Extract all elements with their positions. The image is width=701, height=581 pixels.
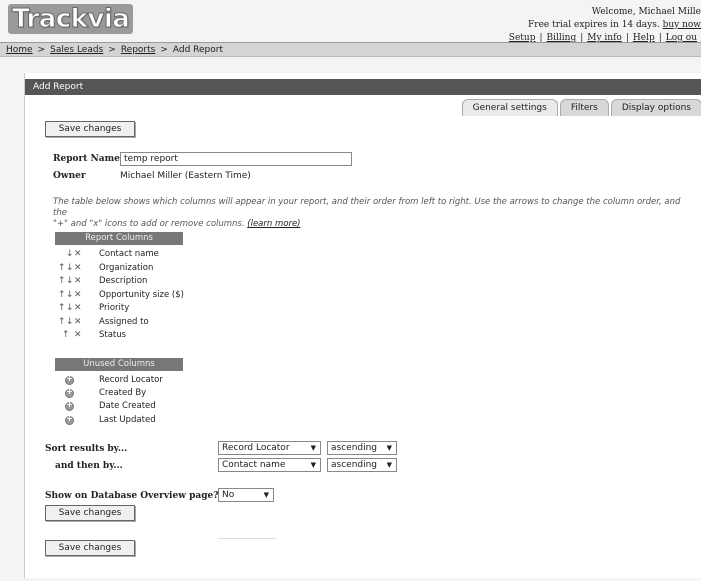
tab-general-settings[interactable]: General settings (461, 99, 558, 116)
move-down-icon[interactable]: ↓ (66, 248, 74, 261)
remove-column-icon[interactable]: ✕ (74, 316, 82, 329)
columns-help-text: The table below shows which columns will… (53, 197, 683, 230)
move-up-icon[interactable]: ↑ (58, 289, 66, 302)
remove-column-icon[interactable]: ✕ (74, 262, 82, 275)
sort2-order-value: ascending (331, 460, 378, 470)
move-down-icon[interactable]: ↓ (66, 289, 74, 302)
logo-text: Trackvia (8, 4, 134, 35)
report-columns-header: Report Columns (55, 232, 183, 245)
column-name: Description (99, 276, 148, 286)
sort1-order-value: ascending (331, 443, 378, 453)
owner-label: Owner (53, 171, 86, 181)
move-down-icon[interactable]: ↓ (66, 275, 74, 288)
move-up-icon[interactable]: ↑ (58, 275, 66, 288)
breadcrumb-separator: > (108, 44, 116, 55)
remove-column-icon[interactable]: ✕ (74, 248, 82, 261)
panel-title: Add Report (25, 79, 701, 95)
move-up-icon[interactable]: ↑ (58, 302, 66, 315)
move-up-icon[interactable]: ↑ (58, 262, 66, 275)
unused-columns-header: Unused Columns (55, 358, 183, 371)
report-column-row: ↑ ↓ ✕ Organization (55, 262, 355, 275)
help-text-line-1: The table below shows which columns will… (53, 197, 681, 218)
sort2-field-value: Contact name (222, 460, 286, 470)
move-down-icon[interactable]: ↓ (66, 302, 74, 315)
report-name-input[interactable]: temp report (120, 152, 352, 166)
add-column-icon[interactable] (65, 400, 74, 411)
tab-display-options[interactable]: Display options (610, 99, 701, 116)
sort1-field-value: Record Locator (222, 443, 290, 453)
overview-label: Show on Database Overview page? (45, 491, 219, 501)
save-button-bottom[interactable]: Save changes (45, 540, 135, 556)
breadcrumb: Home > Sales Leads > Reports > Add Repor… (0, 42, 701, 57)
sort2-order-select[interactable]: ascending ▼ (327, 458, 397, 472)
welcome-text: Welcome, Michael Mille (591, 7, 701, 17)
remove-column-icon[interactable]: ✕ (74, 289, 82, 302)
column-name: Contact name (99, 249, 159, 259)
unused-column-row: Date Created (55, 400, 355, 413)
column-name: Date Created (99, 401, 156, 411)
overview-value: No (222, 490, 235, 500)
report-column-row: ↑ ↓ ✕ Assigned to (55, 316, 355, 329)
move-up-icon[interactable]: ↑ (62, 329, 70, 342)
then-by-label: and then by... (55, 461, 123, 471)
column-name: Status (99, 330, 127, 340)
chevron-down-icon: ▼ (386, 444, 392, 452)
column-name: Record Locator (99, 375, 163, 385)
breadcrumb-separator: > (160, 44, 168, 55)
trackvia-logo[interactable]: Trackvia (8, 4, 134, 35)
user-header: Welcome, Michael Mille Free trial expire… (505, 6, 701, 45)
column-name: Priority (99, 303, 130, 313)
column-name: Organization (99, 263, 154, 273)
learn-more-link[interactable]: (learn more) (247, 219, 300, 229)
unused-column-row: Record Locator (55, 374, 355, 387)
move-down-icon[interactable]: ↓ (66, 316, 74, 329)
breadcrumb-home[interactable]: Home (6, 45, 33, 55)
breadcrumb-sales-leads[interactable]: Sales Leads (50, 45, 103, 55)
trial-text: Free trial expires in 14 days. (528, 20, 660, 30)
chevron-down-icon: ▼ (263, 491, 269, 499)
add-report-panel: Add Report General settings Filters Disp… (24, 73, 701, 578)
sort1-field-select[interactable]: Record Locator ▼ (218, 441, 321, 455)
save-button-middle[interactable]: Save changes (45, 505, 135, 521)
move-up-icon[interactable]: ↑ (58, 316, 66, 329)
sort2-field-select[interactable]: Contact name ▼ (218, 458, 321, 472)
move-down-icon[interactable]: ↓ (66, 262, 74, 275)
report-column-row: ↑ ↓ ✕ Priority (55, 302, 355, 315)
divider (218, 538, 276, 539)
unused-column-row: Created By (55, 387, 355, 400)
report-column-row: ↑ ✕ Status (55, 329, 355, 342)
sort-by-label: Sort results by... (45, 444, 128, 454)
overview-select[interactable]: No ▼ (218, 488, 274, 502)
save-button-top[interactable]: Save changes (45, 121, 135, 137)
buy-now-link[interactable]: buy now (663, 20, 701, 30)
remove-column-icon[interactable]: ✕ (74, 275, 82, 288)
column-name: Opportunity size ($) (99, 290, 184, 300)
help-text-line-2: "+" and "x" icons to add or remove colum… (53, 219, 245, 229)
sort1-order-select[interactable]: ascending ▼ (327, 441, 397, 455)
unused-column-row: Last Updated (55, 414, 355, 427)
report-column-row: ↑ ↓ ✕ Description (55, 275, 355, 288)
trial-notice: Free trial expires in 14 days. buy now (505, 19, 701, 32)
chevron-down-icon: ▼ (310, 444, 316, 452)
report-column-row: ↓ ✕ Contact name (55, 248, 355, 261)
chevron-down-icon: ▼ (386, 461, 392, 469)
column-name: Assigned to (99, 317, 149, 327)
column-name: Last Updated (99, 415, 156, 425)
add-column-icon[interactable] (65, 387, 74, 398)
chevron-down-icon: ▼ (310, 461, 316, 469)
breadcrumb-current: Add Report (172, 44, 224, 55)
add-column-icon[interactable] (65, 374, 74, 385)
tab-filters[interactable]: Filters (559, 99, 609, 116)
settings-tabs: General settings Filters Display options (461, 99, 701, 116)
remove-column-icon[interactable]: ✕ (74, 302, 82, 315)
report-name-label: Report Name (53, 154, 120, 164)
breadcrumb-separator: > (37, 44, 46, 55)
column-name: Created By (99, 388, 147, 398)
add-column-icon[interactable] (65, 414, 74, 425)
breadcrumb-reports[interactable]: Reports (121, 45, 156, 55)
owner-value: Michael Miller (Eastern Time) (120, 171, 251, 181)
remove-column-icon[interactable]: ✕ (74, 329, 82, 342)
report-column-row: ↑ ↓ ✕ Opportunity size ($) (55, 289, 355, 302)
